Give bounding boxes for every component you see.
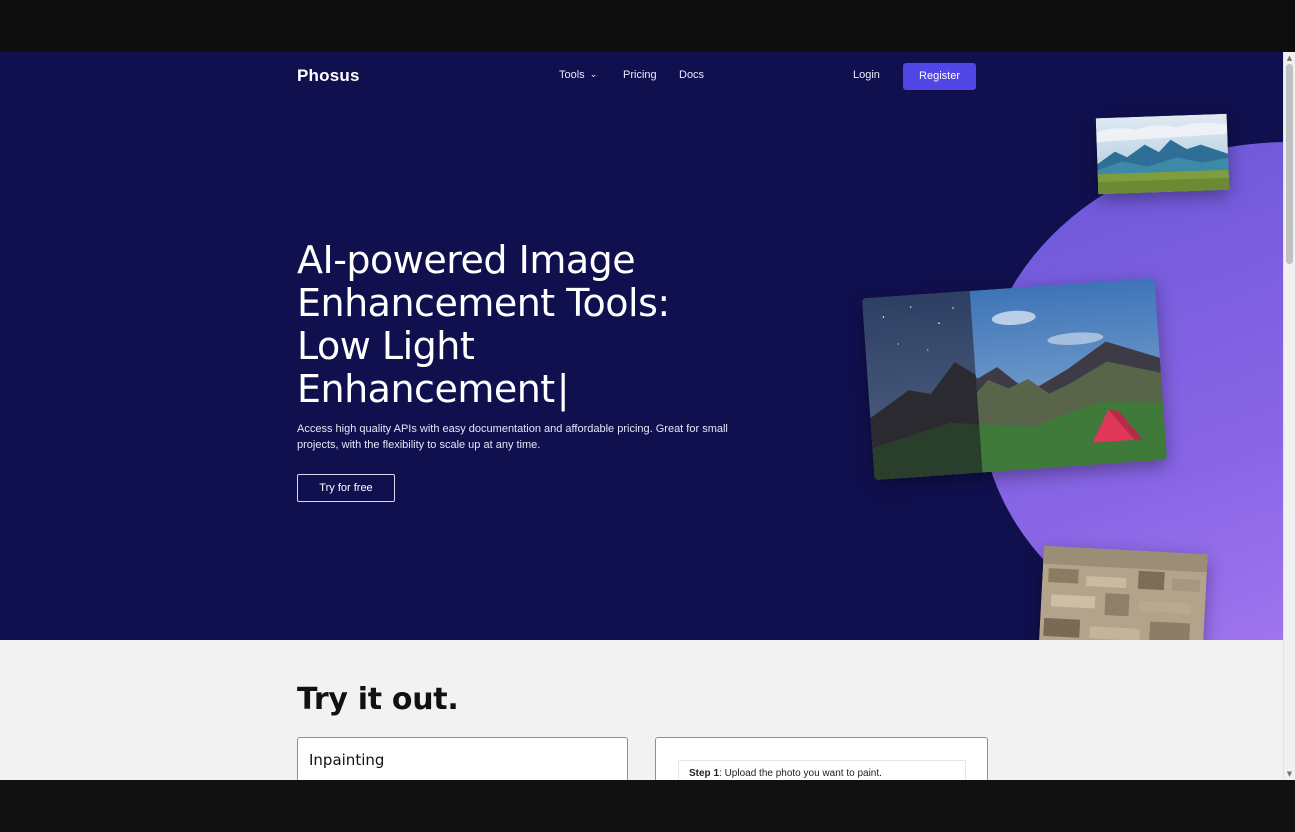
scrollbar-thumb[interactable]	[1286, 64, 1293, 264]
chevron-down-icon: ⌄	[589, 69, 598, 79]
hero-section: Phosus Tools ⌄ Pricing Docs Login Registe…	[0, 52, 1283, 640]
try-for-free-button[interactable]: Try for free	[297, 474, 395, 502]
login-link[interactable]: Login	[853, 69, 880, 81]
nav-docs-link[interactable]: Docs	[679, 69, 704, 81]
top-nav: Phosus Tools ⌄ Pricing Docs Login Registe…	[0, 52, 1283, 102]
step-1-label: Step 1	[689, 768, 720, 779]
register-button[interactable]: Register	[903, 63, 976, 90]
hero-headline: AI-powered Image Enhancement Tools: Low …	[297, 239, 817, 411]
inpainting-panel: Inpainting	[297, 737, 628, 780]
headline-line-4: Enhancement	[297, 367, 555, 411]
scroll-up-icon[interactable]: ▲	[1284, 52, 1295, 64]
logo[interactable]: Phosus	[297, 66, 360, 86]
nav-pricing-link[interactable]: Pricing	[623, 69, 657, 81]
letterbox-bottom	[0, 780, 1295, 832]
headline-line-1: AI-powered Image	[297, 238, 636, 282]
nav-tools-label: Tools	[559, 69, 585, 81]
inpainting-panel-title: Inpainting	[309, 751, 385, 769]
low-light-camping-image	[862, 278, 1167, 480]
mountain-landscape-image	[1095, 113, 1230, 195]
headline-line-2: Enhancement Tools:	[297, 281, 670, 325]
step-1-box: Step 1: Upload the photo you want to pai…	[678, 760, 966, 780]
headline-line-3: Low Light	[297, 324, 475, 368]
upload-panel: Step 1: Upload the photo you want to pai…	[655, 737, 988, 780]
browser-viewport: Phosus Tools ⌄ Pricing Docs Login Registe…	[0, 52, 1295, 780]
page-scrollbar[interactable]: ▲ ▼	[1283, 52, 1295, 780]
nav-tools-dropdown[interactable]: Tools ⌄	[559, 69, 597, 81]
scroll-down-icon[interactable]: ▼	[1284, 768, 1295, 780]
hero-subtext: Access high quality APIs with easy docum…	[297, 423, 728, 451]
step-1-text: Step 1: Upload the photo you want to pai…	[689, 768, 882, 779]
letterbox-top	[0, 0, 1295, 52]
city-aerial-image	[1038, 545, 1208, 640]
typing-cursor: |	[556, 367, 570, 411]
step-1-description: : Upload the photo you want to paint.	[719, 768, 882, 779]
try-section-title: Try it out.	[297, 682, 459, 717]
